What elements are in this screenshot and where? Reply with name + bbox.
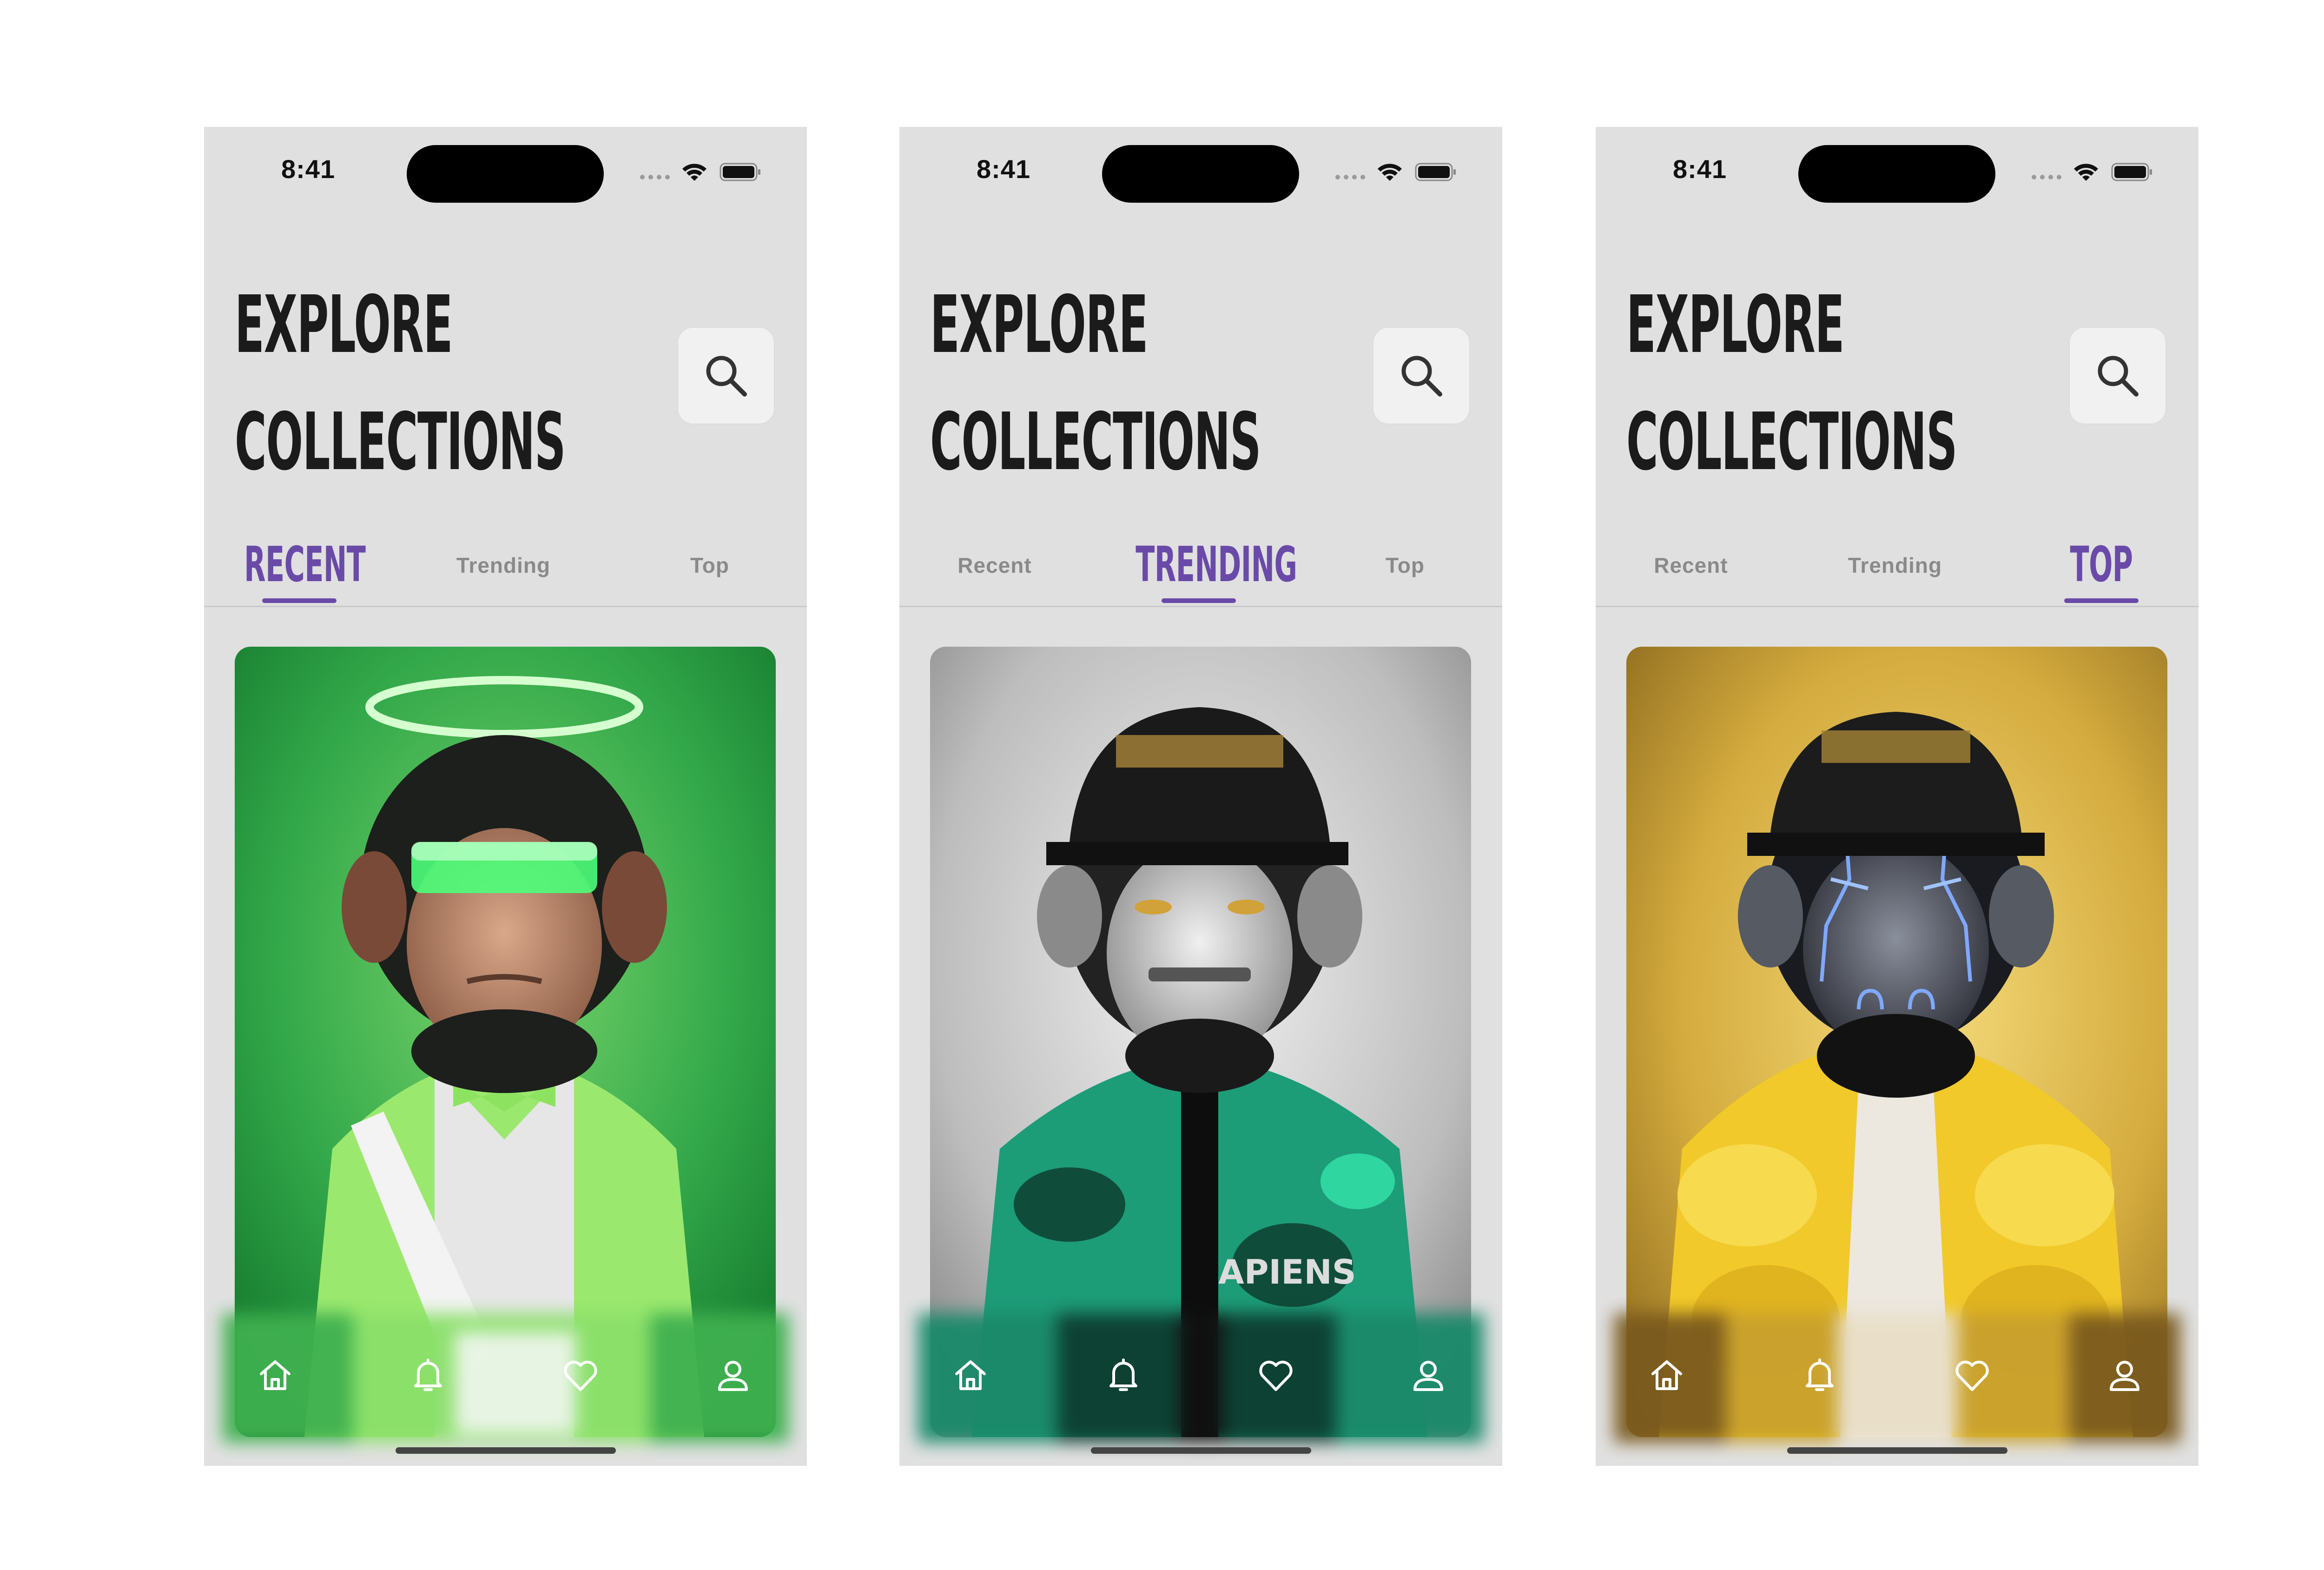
tabs-divider	[204, 606, 807, 607]
tab-recent[interactable]: Recent	[899, 553, 1090, 578]
search-button[interactable]	[1373, 327, 1470, 424]
user-icon	[718, 1361, 748, 1391]
tab-label: Top	[690, 553, 729, 577]
title-line-2: COLLECTIONS	[235, 396, 566, 488]
status-time: 8:41	[977, 154, 1031, 184]
wifi-icon	[682, 164, 706, 181]
collection-tabs: Recent TRENDING Top	[899, 536, 1502, 606]
battery-icon	[1415, 163, 1456, 181]
wifi-icon	[2074, 164, 2098, 181]
nav-favorites[interactable]	[1951, 1354, 1993, 1396]
nav-favorites[interactable]	[560, 1354, 601, 1396]
tab-top[interactable]: Top	[612, 553, 807, 578]
tab-trending[interactable]: Trending	[1786, 553, 2004, 578]
bottom-nav	[204, 1354, 807, 1405]
cellular-signal-icon	[1335, 175, 1365, 179]
phone-screen-trending: 8:41 EXPLORE COLLECTIONS Recent TRENDING…	[899, 127, 1502, 1466]
tab-label: Recent	[957, 553, 1032, 577]
bell-icon	[1806, 1358, 1834, 1391]
bell-icon	[1109, 1358, 1137, 1391]
title-line-1: EXPLORE	[235, 279, 453, 371]
title-line-2: COLLECTIONS	[1626, 396, 1957, 488]
search-icon	[2098, 356, 2139, 397]
home-icon	[955, 1360, 986, 1390]
battery-icon	[720, 163, 760, 181]
status-time: 8:41	[281, 154, 336, 184]
dynamic-island	[1798, 145, 1995, 203]
nav-notifications[interactable]	[407, 1354, 449, 1396]
nav-home[interactable]	[254, 1354, 296, 1396]
home-indicator[interactable]	[1091, 1447, 1311, 1454]
tab-label: Trending	[1848, 553, 1942, 577]
phone-screen-top: 8:41 EXPLORE COLLECTIONS Recent Trending…	[1596, 127, 2199, 1466]
page-title: EXPLORE COLLECTIONS	[235, 266, 566, 501]
tab-recent[interactable]: RECENT	[204, 536, 395, 603]
tab-label: Recent	[1654, 553, 1728, 577]
search-icon	[706, 356, 747, 397]
bottom-nav	[1596, 1354, 2199, 1405]
tab-trending[interactable]: Trending	[395, 553, 612, 578]
bottom-nav	[899, 1354, 1502, 1405]
heart-icon	[564, 1360, 597, 1391]
tab-label: Top	[1386, 553, 1425, 577]
home-icon	[260, 1360, 290, 1390]
battery-icon	[2111, 163, 2152, 181]
page-title: EXPLORE COLLECTIONS	[930, 266, 1261, 501]
tabs-divider	[1596, 606, 2199, 607]
user-icon	[2110, 1361, 2139, 1391]
phone-screen-recent: 8:41 EXPLORE COLLECTIONS RECENT Trending…	[204, 127, 807, 1466]
cellular-signal-icon	[2032, 175, 2061, 179]
tab-recent[interactable]: Recent	[1596, 553, 1786, 578]
nav-home[interactable]	[950, 1354, 991, 1396]
title-line-1: EXPLORE	[930, 279, 1148, 371]
title-line-2: COLLECTIONS	[930, 396, 1261, 488]
tab-label: TRENDING	[1136, 536, 1297, 593]
tab-top[interactable]: TOP	[2004, 536, 2199, 603]
title-line-1: EXPLORE	[1626, 279, 1844, 371]
nav-home[interactable]	[1646, 1354, 1688, 1396]
home-indicator[interactable]	[396, 1447, 616, 1454]
home-icon	[1651, 1360, 1682, 1390]
page-title: EXPLORE COLLECTIONS	[1626, 266, 1957, 501]
dynamic-island	[1102, 145, 1299, 203]
nav-notifications[interactable]	[1103, 1354, 1144, 1396]
search-button[interactable]	[677, 327, 775, 424]
nav-profile[interactable]	[1407, 1354, 1449, 1396]
tab-trending[interactable]: TRENDING	[1090, 536, 1307, 603]
nav-favorites[interactable]	[1255, 1354, 1297, 1396]
status-time: 8:41	[1673, 154, 1727, 184]
search-icon	[1401, 356, 1442, 397]
tab-label: RECENT	[244, 536, 366, 593]
wifi-icon	[1378, 164, 1402, 181]
bell-icon	[414, 1358, 442, 1391]
home-indicator[interactable]	[1787, 1447, 2007, 1454]
nav-notifications[interactable]	[1799, 1354, 1841, 1396]
tab-label: TOP	[2070, 536, 2133, 593]
collection-tabs: Recent Trending TOP	[1596, 536, 2199, 606]
user-icon	[1413, 1361, 1443, 1391]
heart-icon	[1259, 1360, 1293, 1391]
tabs-divider	[899, 606, 1502, 607]
heart-icon	[1955, 1360, 1989, 1391]
search-button[interactable]	[2069, 327, 2166, 424]
tab-label: Trending	[456, 553, 551, 577]
tab-top[interactable]: Top	[1307, 553, 1502, 578]
collection-tabs: RECENT Trending Top	[204, 536, 807, 606]
nav-profile[interactable]	[712, 1354, 754, 1396]
cellular-signal-icon	[640, 175, 670, 179]
jacket-logo-text: APIENS	[1218, 1252, 1356, 1292]
nav-profile[interactable]	[2104, 1354, 2146, 1396]
dynamic-island	[407, 145, 604, 203]
